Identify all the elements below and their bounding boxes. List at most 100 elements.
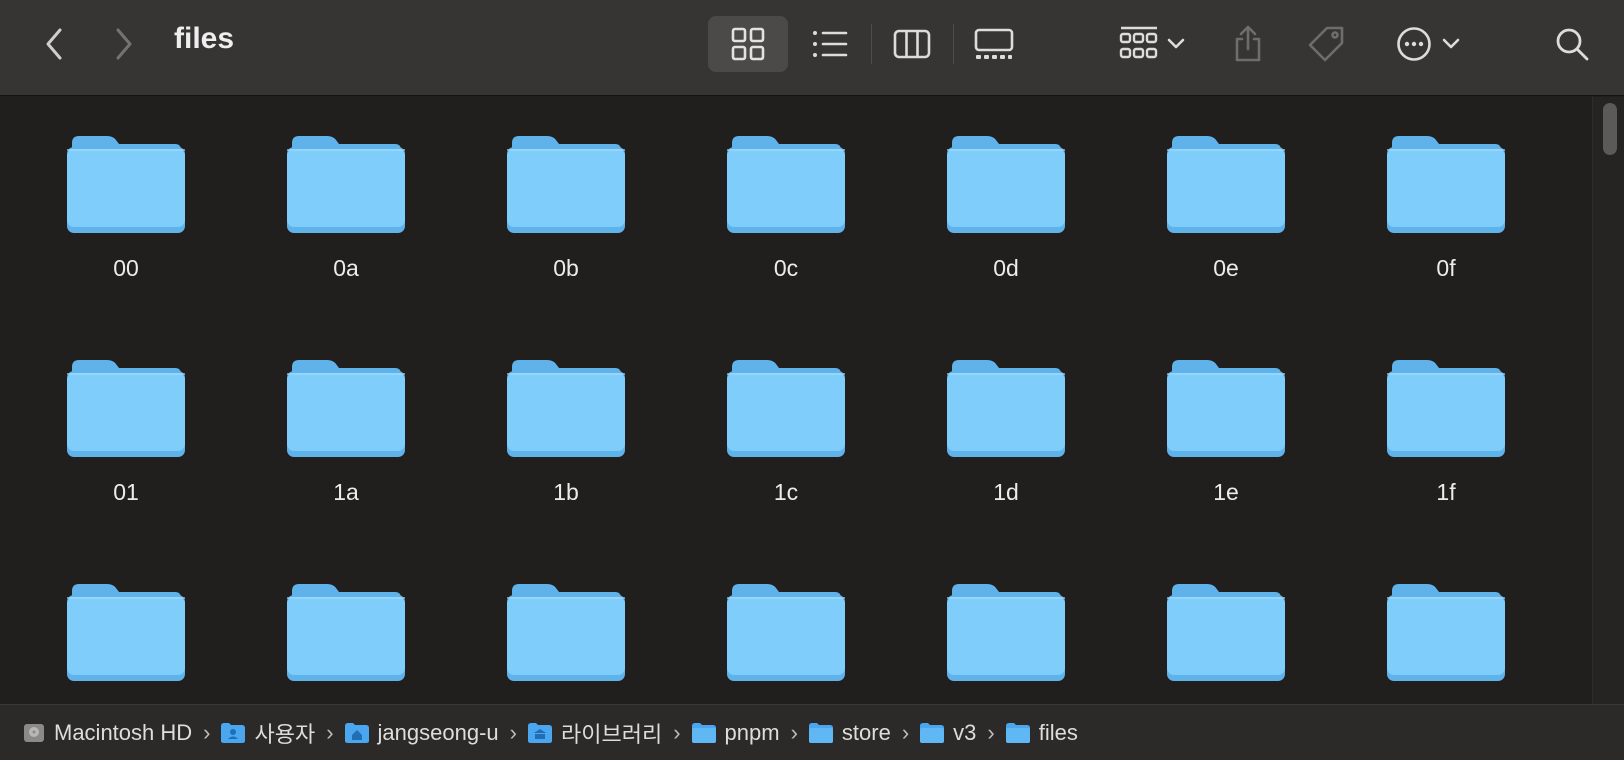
folder-icon [507, 360, 625, 457]
vertical-scrollbar[interactable] [1592, 97, 1624, 704]
path-separator-icon: › [790, 719, 798, 745]
list-view-button[interactable] [800, 16, 860, 72]
folder-item[interactable] [1146, 583, 1306, 703]
icon-view-button[interactable] [708, 16, 788, 72]
folder-item[interactable]: 1c [706, 359, 866, 506]
folder-icon [1167, 584, 1285, 681]
path-item-label: Macintosh HD [54, 719, 193, 745]
path-item-label: 라이브러리 [560, 721, 663, 747]
path-item[interactable]: files [1005, 720, 1078, 746]
folder-icon [727, 584, 845, 681]
tag-icon [1308, 26, 1344, 62]
columns-icon [893, 29, 931, 59]
folder-label: 00 [113, 255, 139, 281]
toolbar-divider [871, 24, 872, 64]
forward-button[interactable] [106, 24, 142, 64]
path-item[interactable]: Macintosh HD [22, 720, 192, 746]
back-button[interactable] [36, 24, 72, 64]
folder-label: 1a [333, 479, 359, 505]
folder-icon [507, 584, 625, 681]
folder-label: 0f [1436, 255, 1456, 281]
folder-item[interactable]: 0f [1366, 135, 1526, 282]
path-item[interactable]: store [808, 720, 891, 746]
folder-item[interactable]: 1b [486, 359, 646, 506]
folder-icon [808, 722, 834, 744]
folder-item[interactable]: 1a [266, 359, 426, 506]
gallery-view-button[interactable] [964, 16, 1024, 72]
folder-label: 1f [1436, 479, 1456, 505]
folder-icon [287, 360, 405, 457]
search-icon [1556, 28, 1589, 61]
folder-item[interactable]: 0e [1146, 135, 1306, 282]
path-item-label: pnpm [724, 719, 780, 745]
column-view-button[interactable] [882, 16, 942, 72]
folder-item[interactable]: 0b [486, 135, 646, 282]
chevron-down-icon [1167, 38, 1185, 49]
folder-icon [287, 584, 405, 681]
folder-item[interactable] [1366, 583, 1526, 703]
folder-item[interactable]: 1f [1366, 359, 1526, 506]
folder-item[interactable]: 0d [926, 135, 1086, 282]
folder-item[interactable] [266, 583, 426, 703]
toolbar-divider [953, 24, 954, 64]
group-button[interactable] [1112, 18, 1192, 70]
grid-icon [731, 27, 765, 61]
path-item[interactable]: 사용자 [220, 717, 315, 749]
path-item-label: 사용자 [254, 721, 316, 747]
path-item-label: store [841, 719, 891, 745]
chevron-left-icon [46, 28, 62, 60]
path-item[interactable]: pnpm [691, 720, 780, 746]
folder-icon [691, 722, 717, 744]
folder-label: 1b [553, 479, 579, 505]
share-button[interactable] [1226, 18, 1270, 70]
toolbar: files [0, 0, 1624, 96]
path-separator-icon: › [326, 719, 334, 745]
folder-label: 0e [1213, 255, 1239, 281]
path-item[interactable]: v3 [919, 720, 976, 746]
home-folder-icon [344, 722, 370, 744]
folder-icon [67, 584, 185, 681]
share-icon [1235, 25, 1261, 62]
folder-item[interactable]: 00 [46, 135, 206, 282]
chevron-down-icon [1442, 38, 1460, 49]
folder-icon [67, 136, 185, 233]
folder-icon [919, 722, 945, 744]
folder-icon [947, 136, 1065, 233]
folder-label: 1d [993, 479, 1019, 505]
folder-item[interactable] [486, 583, 646, 703]
folder-item[interactable]: 0c [706, 135, 866, 282]
path-item[interactable]: jangseong-u [344, 720, 499, 746]
folder-label: 0c [773, 255, 799, 281]
folder-item[interactable]: 1d [926, 359, 1086, 506]
folder-label: 01 [113, 479, 139, 505]
tag-button[interactable] [1304, 18, 1348, 70]
folder-item[interactable] [706, 583, 866, 703]
folder-icon [1167, 360, 1285, 457]
gallery-icon [974, 28, 1014, 59]
folder-item[interactable]: 1e [1146, 359, 1306, 506]
folder-icon [947, 360, 1065, 457]
folder-label: 1c [773, 479, 799, 505]
path-item[interactable]: 라이브러리 [527, 717, 662, 749]
more-actions-button[interactable] [1386, 18, 1470, 70]
library-folder-icon [527, 722, 553, 744]
folder-icon [1387, 584, 1505, 681]
folder-item[interactable]: 0a [266, 135, 426, 282]
scrollbar-thumb[interactable] [1603, 103, 1617, 155]
folder-item[interactable] [46, 583, 206, 703]
folder-item[interactable]: 01 [46, 359, 206, 506]
path-bar: Macintosh HD › 사용자 › jangseong-u › 라이브러리 › pnpm ›… [0, 704, 1624, 760]
folder-icon [507, 136, 625, 233]
path-item-label: files [1038, 719, 1078, 745]
folder-icon [1167, 136, 1285, 233]
path-separator-icon: › [203, 719, 211, 745]
folder-icon [727, 136, 845, 233]
folder-item[interactable] [926, 583, 1086, 703]
folder-label: 1e [1213, 479, 1239, 505]
search-button[interactable] [1550, 18, 1594, 70]
folder-label: 0a [333, 255, 359, 281]
path-item-label: jangseong-u [377, 719, 499, 745]
path-separator-icon: › [987, 719, 995, 745]
folder-icon [1005, 722, 1031, 744]
folder-icon [1387, 136, 1505, 233]
